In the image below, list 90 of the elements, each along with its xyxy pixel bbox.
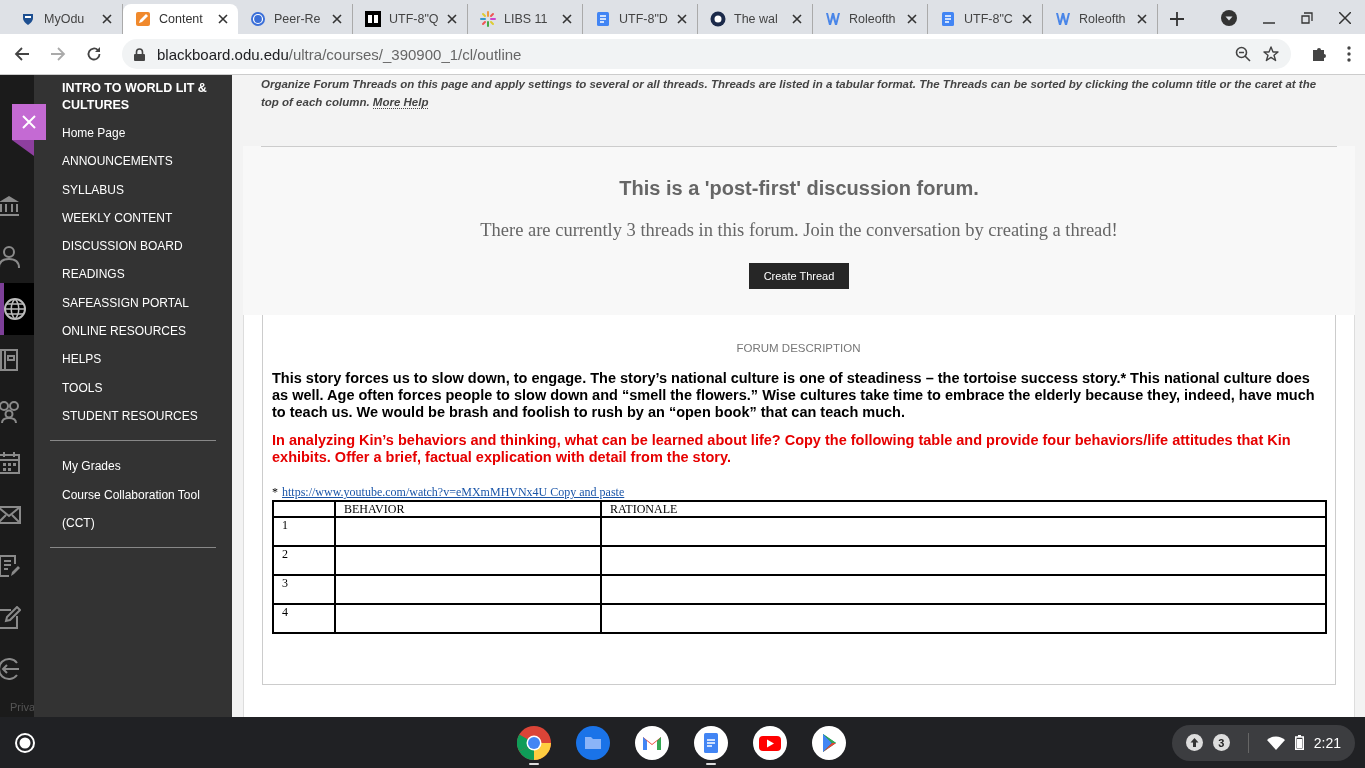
running-indicator bbox=[529, 762, 539, 765]
close-icon[interactable] bbox=[102, 14, 112, 24]
section-label: FORUM DESCRIPTION bbox=[735, 342, 862, 354]
close-icon[interactable] bbox=[1339, 12, 1351, 24]
book-icon bbox=[0, 348, 21, 373]
square-icon bbox=[365, 11, 381, 27]
course-title: INTRO TO WORLD LIT & CULTURES bbox=[62, 80, 208, 114]
table-cell bbox=[273, 501, 335, 517]
close-icon[interactable] bbox=[218, 14, 228, 24]
video-link[interactable]: https://www.youtube.com/watch?v=eMXmMHVNx4U Copy and paste bbox=[282, 485, 625, 499]
bank-icon bbox=[0, 193, 21, 218]
row-number: 4 bbox=[273, 604, 335, 633]
description-paragraph: In analyzing Kin’s behaviors and thinking, what can be learned about life? Copy the following table and provide four behaviors/life attitudes that Kin exhibits. Offer a brief, factual explication with detail from the story. bbox=[272, 432, 1292, 466]
document-icon bbox=[595, 11, 611, 27]
person-icon bbox=[0, 245, 21, 270]
course-menu-link[interactable]: SAFEASSIGN PORTAL bbox=[62, 288, 216, 318]
course-menu-link[interactable]: WEEKLY CONTENT bbox=[62, 203, 216, 233]
course-menu-link[interactable]: My Grades bbox=[62, 452, 216, 481]
close-icon[interactable] bbox=[447, 14, 457, 24]
notice-title: This is a 'post-first' discussion forum. bbox=[618, 176, 980, 201]
description-paragraph: This story forces us to slow down, to engage. The story’s national culture is one of steadiness – the tortoise success story.* This national culture does as well. Age often forces people to slow down and “smell the flowers.” Wise cultures take time to embrace the elderly because they, indeed, have much to teach us. We would be brash and foolish to rush by an “open book” that can teach much. bbox=[272, 370, 1316, 421]
help-link[interactable]: More Help bbox=[372, 96, 429, 109]
course-menu-link[interactable]: TOOLS bbox=[62, 373, 216, 402]
row-number: 3 bbox=[273, 575, 335, 604]
column-header: BEHAVIOR bbox=[335, 501, 601, 517]
course-menu-link[interactable]: READINGS bbox=[62, 260, 216, 289]
close-icon bbox=[22, 115, 36, 129]
browser-tab[interactable]: Content bbox=[123, 4, 238, 34]
row-number: 1 bbox=[273, 517, 335, 546]
footnote-mark: * bbox=[272, 485, 278, 499]
launcher-icon bbox=[15, 732, 35, 753]
menu-icon[interactable] bbox=[1347, 46, 1351, 62]
course-menu-link[interactable]: DISCUSSION BOARD bbox=[62, 232, 216, 261]
close-icon[interactable] bbox=[562, 14, 572, 24]
course-menu-link[interactable]: Course Collaboration Tool (CCT) bbox=[62, 480, 216, 538]
close-icon[interactable] bbox=[907, 14, 917, 24]
instructions-text: Organize Forum Threads on this page and apply settings to several or all threads. Threads are listed in a tabular format. The Threads can be sorted by clicking the column title or the caret at the top of each column. More Help bbox=[260, 77, 1318, 111]
notice-text: There are currently 3 threads in this forum. Join the conversation by creating a thread! bbox=[479, 219, 1119, 242]
restore-icon[interactable] bbox=[1301, 12, 1313, 24]
launcher-button[interactable] bbox=[13, 730, 37, 755]
folder-icon bbox=[576, 725, 610, 760]
calendar-icon bbox=[0, 451, 21, 476]
close-button[interactable] bbox=[12, 104, 46, 140]
document-icon bbox=[940, 11, 956, 27]
edit-icon bbox=[0, 605, 21, 630]
url-field[interactable]: blackboard.odu.edu/ultra/courses/_390900_1/cl/outline bbox=[157, 45, 522, 63]
letter-w-icon bbox=[1055, 11, 1071, 27]
envelope-icon bbox=[635, 725, 669, 760]
dropdown-icon[interactable] bbox=[1221, 10, 1237, 26]
course-menu-link[interactable]: Home Page bbox=[62, 119, 216, 148]
reload-icon[interactable] bbox=[86, 46, 102, 62]
globe-icon bbox=[3, 296, 27, 321]
notification-count: 3 bbox=[1212, 734, 1230, 751]
close-icon[interactable] bbox=[1137, 14, 1147, 24]
close-icon[interactable] bbox=[1022, 14, 1032, 24]
status-tray[interactable]: 3 2:21 bbox=[1171, 724, 1355, 761]
running-indicator bbox=[706, 762, 716, 765]
back-icon[interactable] bbox=[14, 46, 30, 62]
circle-icon bbox=[250, 11, 266, 27]
zoom-out-icon[interactable] bbox=[1235, 46, 1251, 62]
logout-icon bbox=[0, 657, 21, 682]
clock-time: 2:21 bbox=[1313, 734, 1341, 751]
close-icon[interactable] bbox=[332, 14, 342, 24]
play-button-icon bbox=[753, 725, 787, 760]
new-tab-icon[interactable] bbox=[1170, 12, 1184, 26]
upload-icon bbox=[1185, 734, 1203, 751]
course-menu-link[interactable]: HELPS bbox=[62, 345, 216, 374]
course-menu-link[interactable]: SYLLABUS bbox=[62, 175, 216, 204]
letter-w-icon bbox=[825, 11, 841, 27]
people-icon bbox=[0, 399, 21, 424]
sparkle-icon bbox=[480, 11, 496, 27]
close-icon[interactable] bbox=[677, 14, 687, 24]
chrome-icon bbox=[517, 725, 551, 760]
document-icon bbox=[0, 554, 21, 579]
crest-icon bbox=[20, 11, 36, 27]
course-menu-link[interactable]: STUDENT RESOURCES bbox=[62, 401, 216, 431]
create-thread-button[interactable]: Create Thread bbox=[749, 263, 849, 289]
lock-icon bbox=[134, 47, 145, 61]
battery-icon bbox=[1294, 735, 1304, 750]
document-icon bbox=[694, 725, 728, 760]
row-number: 2 bbox=[273, 546, 335, 575]
star-icon[interactable] bbox=[1263, 46, 1279, 62]
pencil-icon bbox=[135, 11, 151, 27]
puzzle-icon[interactable] bbox=[1311, 46, 1327, 62]
close-icon[interactable] bbox=[792, 14, 802, 24]
course-menu-link[interactable]: ANNOUNCEMENTS bbox=[62, 147, 216, 176]
wifi-icon bbox=[1266, 735, 1285, 750]
course-menu-link[interactable]: ONLINE RESOURCES bbox=[62, 317, 216, 346]
ring-icon bbox=[710, 11, 726, 27]
column-header: RATIONALE bbox=[601, 501, 1326, 517]
